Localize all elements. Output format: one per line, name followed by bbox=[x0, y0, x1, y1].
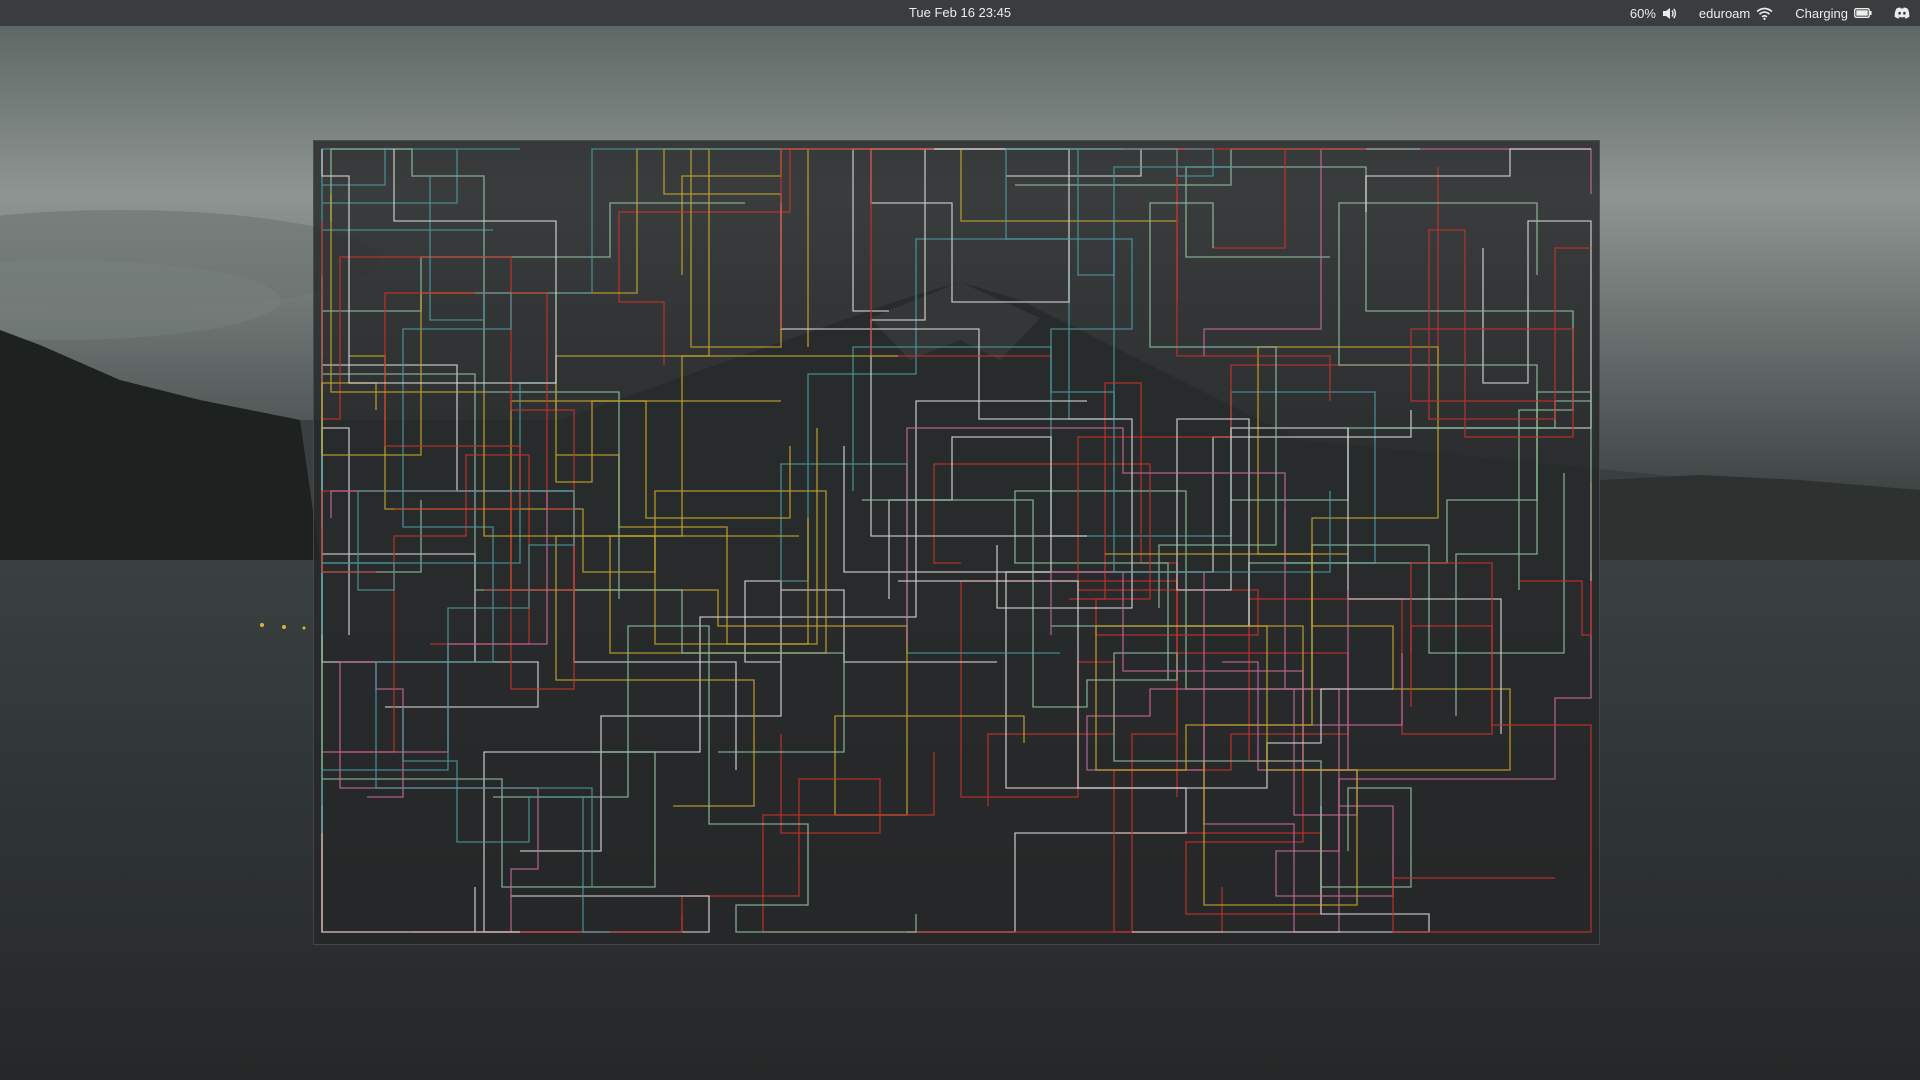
system-tray: 60% eduroam Charging bbox=[1608, 0, 1910, 26]
pipe-segment bbox=[321, 356, 557, 635]
pipe-segment bbox=[1392, 562, 1592, 933]
power-indicator[interactable]: Charging bbox=[1795, 0, 1872, 26]
network-name: eduroam bbox=[1698, 5, 1751, 21]
network-indicator[interactable]: eduroam bbox=[1699, 0, 1773, 26]
pipe-segment bbox=[555, 148, 782, 483]
battery-icon bbox=[1854, 8, 1872, 18]
pipe-segment bbox=[321, 221, 575, 591]
pipe-segment bbox=[780, 203, 1133, 609]
top-bar: Tue Feb 16 23:45 60% eduroam Charging bbox=[0, 0, 1920, 26]
pipe-segment bbox=[618, 148, 1204, 365]
pipes-window[interactable] bbox=[313, 140, 1600, 945]
pipe-segment bbox=[1176, 418, 1502, 734]
pipe-segment bbox=[852, 148, 1186, 312]
pipe-segment bbox=[681, 734, 881, 932]
volume-indicator[interactable]: 60% bbox=[1630, 0, 1677, 26]
pipe-segment bbox=[1132, 806, 1430, 933]
pipe-segment bbox=[843, 436, 1052, 599]
pipe-segment bbox=[349, 355, 755, 807]
pipe-segment bbox=[321, 149, 557, 384]
pipe-segment bbox=[1069, 382, 1349, 933]
pipe-segment bbox=[402, 707, 610, 933]
pipe-segment bbox=[321, 148, 809, 456]
pipe-segment bbox=[1203, 148, 1592, 356]
volume-percent: 60% bbox=[1629, 5, 1656, 21]
discord-tray-item[interactable] bbox=[1894, 0, 1910, 26]
pipe-segment bbox=[762, 581, 1178, 933]
clock-datetime[interactable]: Tue Feb 16 23:45 bbox=[909, 5, 1011, 20]
pipe-segment bbox=[898, 580, 1393, 789]
pipe-segment bbox=[1123, 148, 1366, 401]
pipes-canvas bbox=[321, 148, 1592, 933]
pipe-segment bbox=[321, 806, 520, 933]
pipe-segment bbox=[321, 427, 539, 708]
pipe-segment bbox=[322, 490, 548, 753]
pipe-segment bbox=[510, 400, 1025, 816]
wifi-icon bbox=[1756, 7, 1773, 20]
pipe-segment bbox=[862, 499, 1412, 888]
pipe-segment bbox=[1519, 482, 1592, 636]
pipe-segment bbox=[1005, 148, 1331, 573]
pipe-segment bbox=[1095, 553, 1358, 906]
pipe-segment bbox=[1375, 220, 1592, 429]
pipe-segment bbox=[429, 148, 1240, 321]
pipe-segment bbox=[780, 221, 1115, 654]
volume-icon bbox=[1662, 7, 1677, 20]
power-status: Charging bbox=[1795, 5, 1848, 21]
pipe-segment bbox=[321, 202, 845, 753]
discord-icon bbox=[1894, 7, 1910, 19]
pipe-segment bbox=[960, 580, 1178, 806]
pipe-segment bbox=[1185, 166, 1574, 590]
